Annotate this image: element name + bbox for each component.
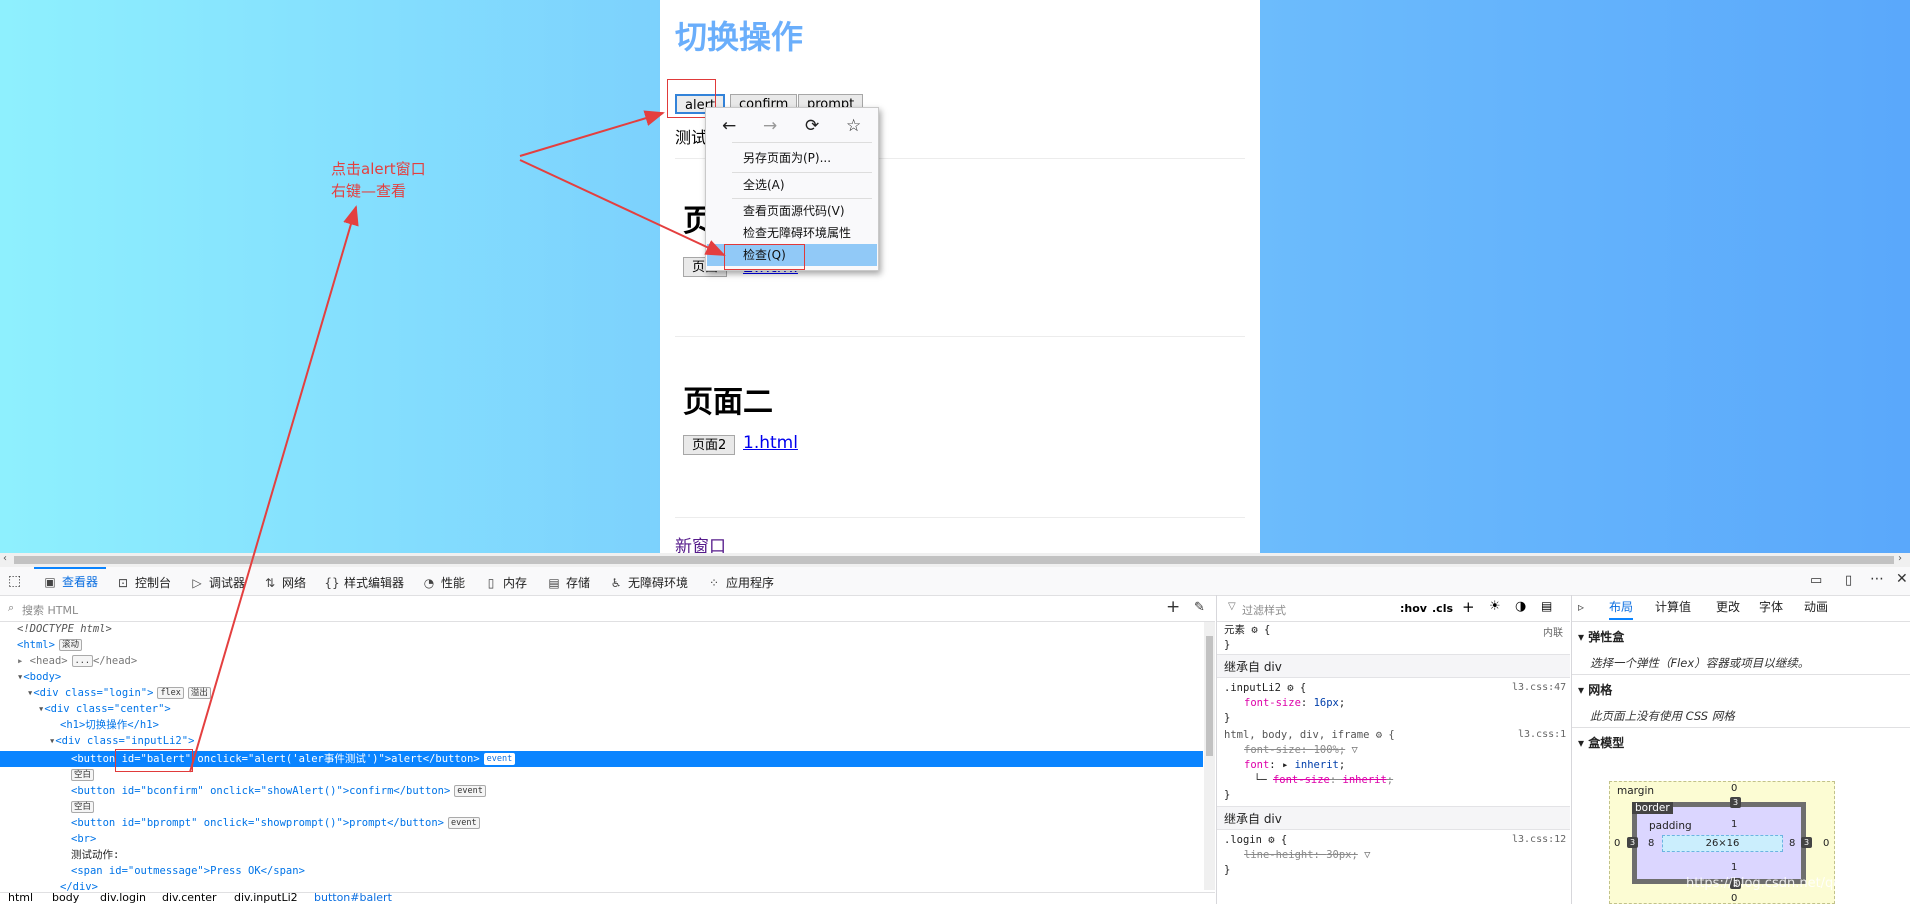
annotation-arrows xyxy=(189,110,726,773)
arrow-from-code xyxy=(189,205,359,773)
arrow-to-inspect xyxy=(519,159,726,256)
arrow-to-alert xyxy=(519,110,665,157)
